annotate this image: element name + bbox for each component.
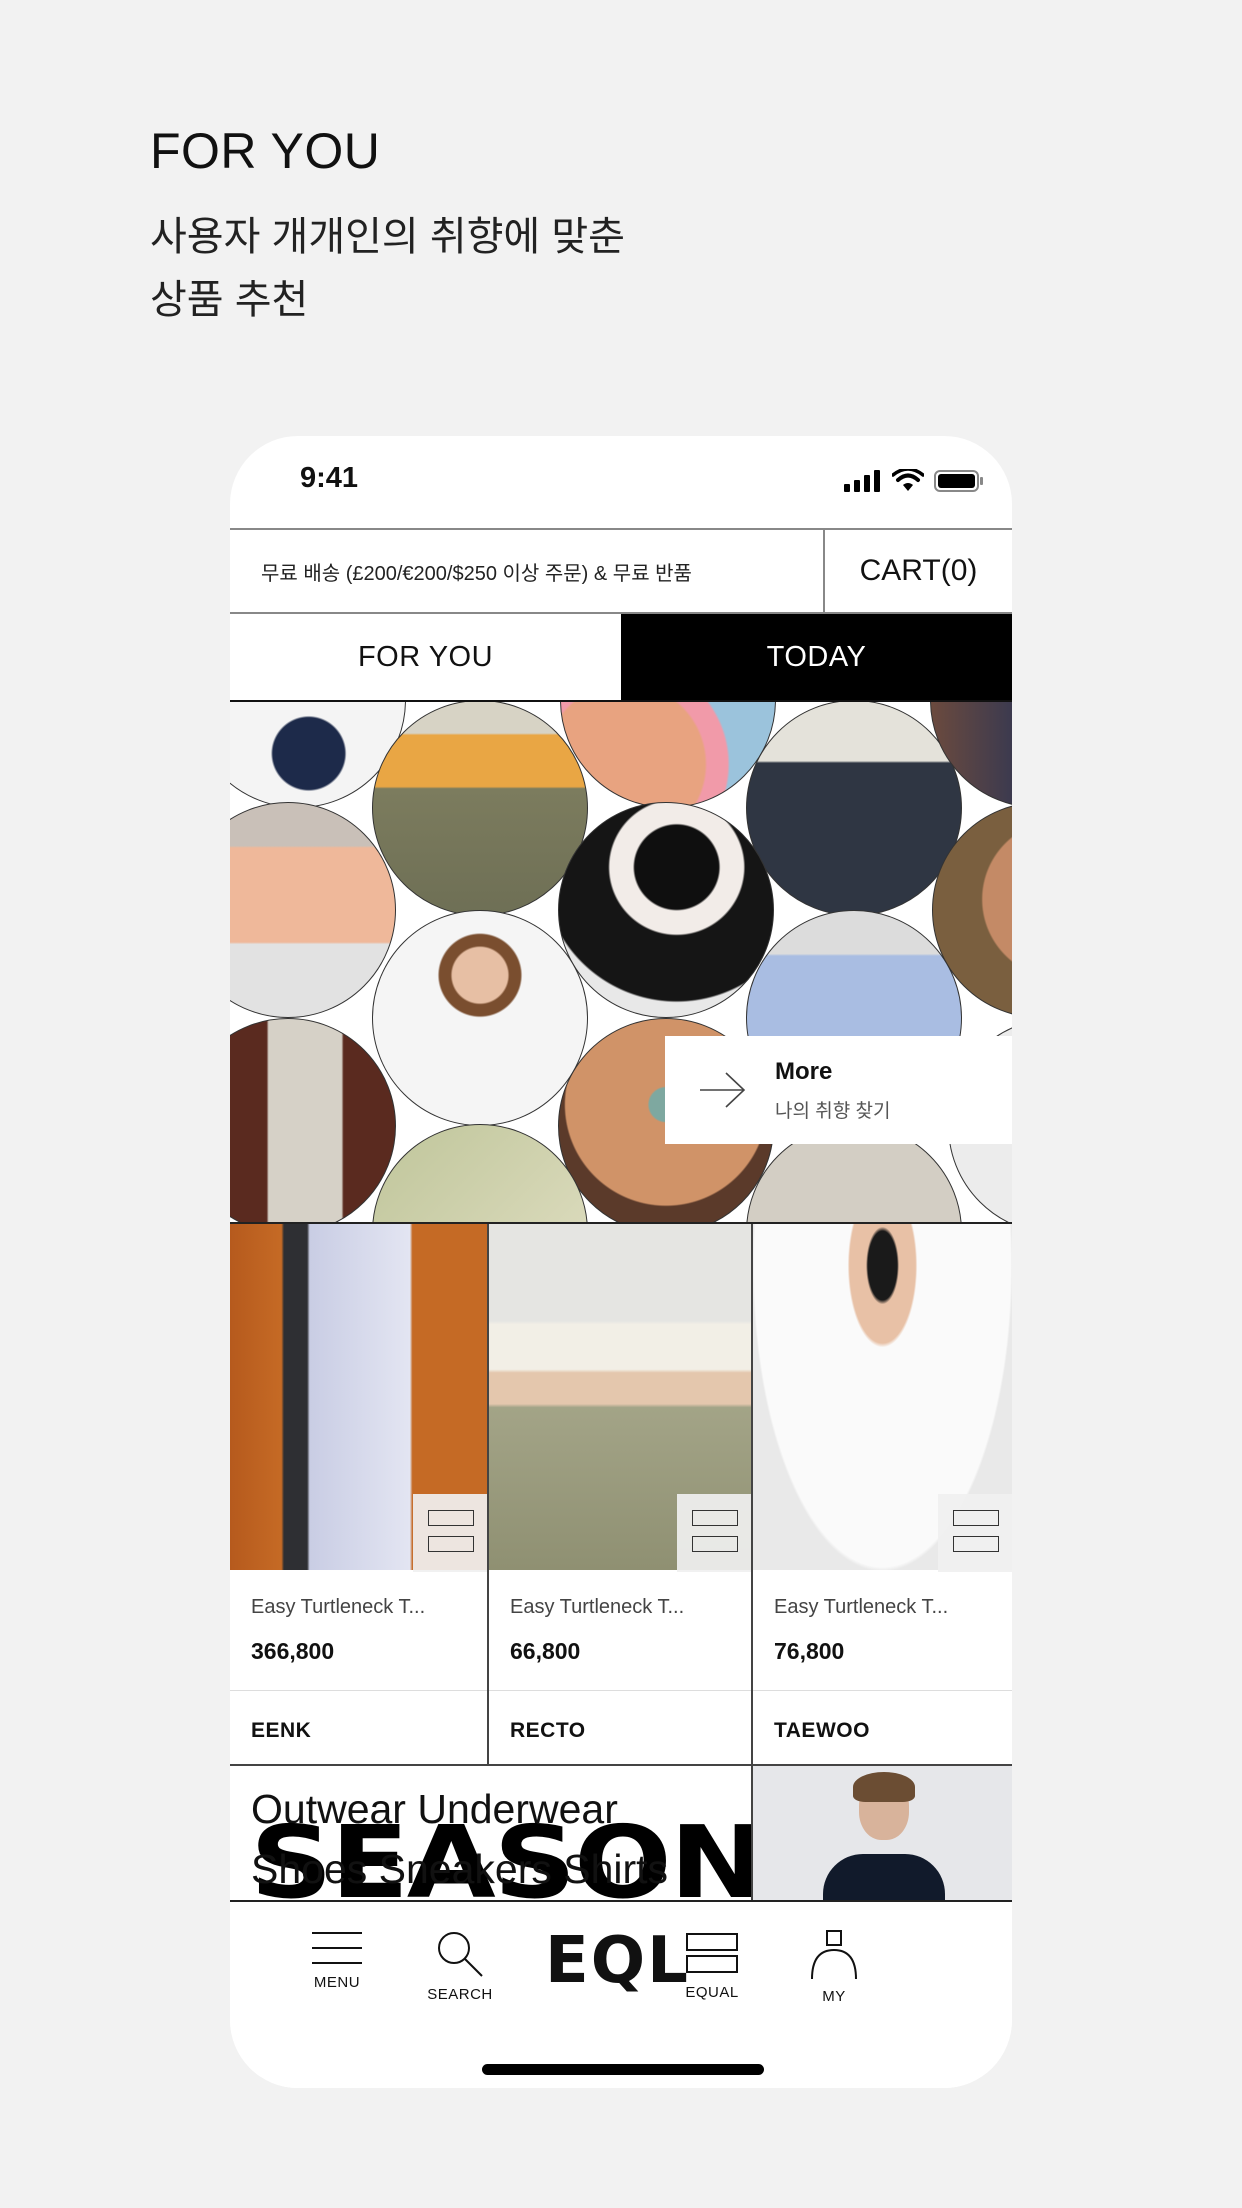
tab-for-you[interactable]: FOR YOU <box>230 614 621 700</box>
promo-headline: FOR YOU <box>150 123 381 179</box>
taste-photo-bucket-hat[interactable] <box>558 802 774 1018</box>
product-price: 66,800 <box>510 1638 581 1664</box>
nav-equal[interactable]: EQUAL <box>657 1930 767 2001</box>
product-price: 76,800 <box>774 1638 845 1664</box>
shipping-text: 무료 배송 (£200/€200/$250 이상 주문) & 무료 반품 <box>230 530 825 612</box>
taste-photo-woman-yellow[interactable] <box>372 702 588 916</box>
product-brand[interactable]: RECTO <box>510 1719 586 1743</box>
product-price: 366,800 <box>251 1638 335 1664</box>
product-card[interactable]: Easy Turtleneck T... 366,800 EENK <box>230 1224 489 1764</box>
nav-my-label: MY <box>822 1988 846 2005</box>
battery-icon <box>934 470 983 492</box>
category-banner[interactable]: Outwear Underwear SEASON Shoes Sneakers … <box>230 1766 753 1900</box>
product-grid: Easy Turtleneck T... 366,800 EENK Easy T… <box>230 1224 1012 1766</box>
menu-icon <box>312 1932 362 1964</box>
tab-bar: FOR YOU TODAY <box>230 614 1012 702</box>
status-time: 9:41 <box>300 462 359 494</box>
search-icon <box>438 1932 483 1977</box>
status-icons <box>844 469 984 493</box>
compare-icon[interactable] <box>677 1494 751 1572</box>
home-indicator[interactable] <box>482 2064 764 2075</box>
taste-photo-woman-tshirt[interactable] <box>372 910 588 1126</box>
more-title: More <box>775 1057 833 1085</box>
compare-icon[interactable] <box>413 1494 487 1572</box>
nav-search-label: SEARCH <box>427 1986 493 2003</box>
user-icon <box>811 1930 857 1980</box>
product-name: Easy Turtleneck T... <box>774 1596 949 1618</box>
more-card[interactable]: More 나의 취향 찾기 <box>665 1036 1012 1144</box>
product-divider <box>489 1690 751 1691</box>
promo-subtitle: 사용자 개개인의 취향에 맞춘 상품 추천 <box>150 206 625 332</box>
product-name: Easy Turtleneck T... <box>251 1596 426 1618</box>
cart-button[interactable]: CART(0) <box>825 530 1012 612</box>
shipping-banner: 무료 배송 (£200/€200/$250 이상 주문) & 무료 반품 CAR… <box>230 528 1012 614</box>
product-card[interactable]: Easy Turtleneck T... 76,800 TAEWOO <box>753 1224 1012 1764</box>
nav-search[interactable]: SEARCH <box>405 1930 515 2003</box>
wifi-icon <box>892 469 924 491</box>
product-name: Easy Turtleneck T... <box>510 1596 685 1618</box>
phone-frame: 9:41 무료 배송 (£200/€200/$250 이상 주문) & 무료 반… <box>230 436 1012 2088</box>
promo-subtitle-line2: 상품 추천 <box>150 278 309 322</box>
taste-photo-arm[interactable] <box>560 702 776 808</box>
taste-photo-couple[interactable] <box>230 802 396 1018</box>
taste-photo-denim-jacket[interactable] <box>746 702 962 916</box>
tab-today[interactable]: TODAY <box>621 614 1012 700</box>
product-divider <box>230 1690 487 1691</box>
product-brand[interactable]: TAEWOO <box>774 1719 870 1743</box>
arrow-right-icon <box>683 1070 763 1110</box>
product-divider <box>753 1690 1012 1691</box>
signal-icon <box>844 470 880 492</box>
nav-menu-label: MENU <box>313 1974 361 1991</box>
more-subtitle: 나의 취향 찾기 <box>775 1100 891 1122</box>
bottom-nav: MENU SEARCH EQL EQUAL MY <box>230 1900 1012 2088</box>
equal-icon <box>686 1933 738 1973</box>
taste-circles-grid[interactable]: More 나의 취향 찾기 <box>230 702 1012 1224</box>
category-row: Outwear Underwear SEASON Shoes Sneakers … <box>230 1766 1012 1900</box>
compare-icon[interactable] <box>938 1494 1012 1572</box>
status-bar: 9:41 <box>230 436 1012 528</box>
taste-photo-knit[interactable] <box>372 1124 588 1222</box>
category-line-2[interactable]: Shoes Sneakers Shirts <box>251 1846 668 1893</box>
promo-subtitle-line1: 사용자 개개인의 취향에 맞춘 <box>150 215 625 259</box>
product-card[interactable]: Easy Turtleneck T... 66,800 RECTO <box>489 1224 753 1764</box>
product-brand[interactable]: EENK <box>251 1719 311 1743</box>
nav-equal-label: EQUAL <box>685 1984 739 2001</box>
model-thumbnail[interactable] <box>753 1766 1012 1900</box>
taste-photo-bag[interactable] <box>230 1018 396 1222</box>
nav-menu[interactable]: MENU <box>282 1930 392 1991</box>
nav-my[interactable]: MY <box>779 1930 889 2005</box>
